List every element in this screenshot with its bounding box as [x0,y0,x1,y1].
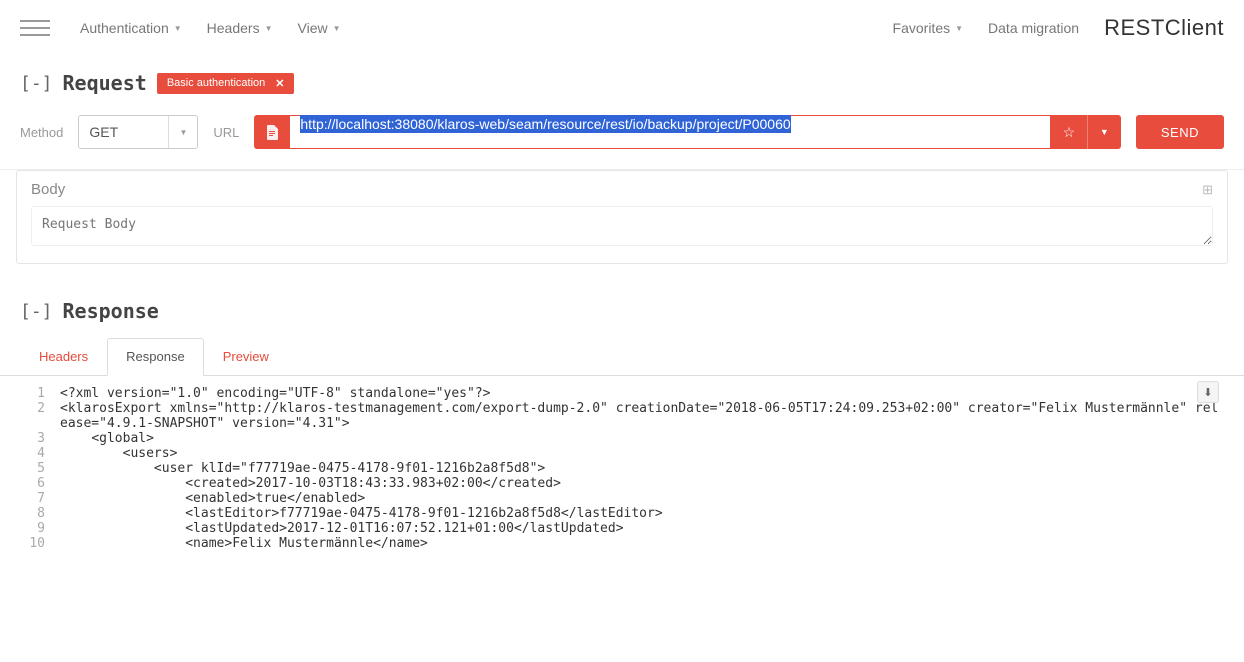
nav-authentication[interactable]: Authentication▼ [80,20,182,36]
tab-preview[interactable]: Preview [204,338,288,375]
method-select[interactable]: GET ▼ [78,115,198,149]
document-icon[interactable] [254,115,290,149]
right-nav: Favorites▼ Data migration RESTClient [893,15,1224,41]
method-label: Method [20,125,63,140]
send-button[interactable]: SEND [1136,115,1224,149]
caret-down-icon: ▼ [333,24,341,33]
request-title: Request [63,71,147,95]
caret-down-icon: ▼ [955,24,963,33]
download-icon[interactable]: ⬇ [1197,381,1219,403]
grid-icon[interactable]: ⊞ [1202,182,1213,198]
response-collapse-toggle[interactable]: [-] [20,301,53,322]
code-line: 1<?xml version="1.0" encoding="UTF-8" st… [20,386,1224,401]
code-line: 8 <lastEditor>f77719ae-0475-4178-9f01-12… [20,506,1224,521]
request-row: Method GET ▼ URL http://localhost:38080/… [0,105,1244,170]
code-line: 9 <lastUpdated>2017-12-01T16:07:52.121+0… [20,521,1224,536]
code-line: 2<klarosExport xmlns="http://klaros-test… [20,401,1224,431]
request-collapse-toggle[interactable]: [-] [20,73,53,94]
caret-down-icon: ▼ [265,24,273,33]
code-line: 6 <created>2017-10-03T18:43:33.983+02:00… [20,476,1224,491]
response-body: ⬇ 1<?xml version="1.0" encoding="UTF-8" … [0,376,1244,561]
nav-data-migration[interactable]: Data migration [988,20,1079,36]
url-group: http://localhost:38080/klaros-web/seam/r… [254,115,1120,149]
url-input[interactable]: http://localhost:38080/klaros-web/seam/r… [290,115,1050,149]
response-tabs: Headers Response Preview [0,338,1244,376]
code-line: 5 <user klId="f77719ae-0475-4178-9f01-12… [20,461,1224,476]
code-line: 10 <name>Felix Mustermännle</name> [20,536,1224,551]
response-header: [-] Response [0,284,1244,333]
code-line: 3 <global> [20,431,1224,446]
star-icon[interactable]: ☆ [1051,115,1087,149]
hamburger-icon[interactable] [20,15,50,41]
caret-down-icon: ▼ [168,116,187,148]
nav-menu: Authentication▼ Headers▼ View▼ [80,20,893,36]
top-bar: Authentication▼ Headers▼ View▼ Favorites… [0,0,1244,56]
url-label: URL [213,125,239,140]
request-header: [-] Request Basic authentication ✕ [0,56,1244,105]
tab-headers[interactable]: Headers [20,338,107,375]
body-title: Body [31,181,65,198]
response-code: 1<?xml version="1.0" encoding="UTF-8" st… [20,386,1224,551]
nav-favorites[interactable]: Favorites▼ [893,20,964,36]
response-title: Response [63,299,159,323]
request-body-input[interactable] [31,206,1213,246]
body-section: Body ⊞ [16,170,1228,264]
brand-title: RESTClient [1104,15,1224,41]
code-line: 7 <enabled>true</enabled> [20,491,1224,506]
caret-down-icon: ▼ [174,24,182,33]
chevron-down-icon[interactable]: ▼ [1087,115,1121,149]
tab-response[interactable]: Response [107,338,204,376]
auth-badge: Basic authentication ✕ [157,73,295,94]
code-line: 4 <users> [20,446,1224,461]
nav-headers[interactable]: Headers▼ [207,20,273,36]
close-icon[interactable]: ✕ [275,77,284,90]
nav-view[interactable]: View▼ [298,20,341,36]
